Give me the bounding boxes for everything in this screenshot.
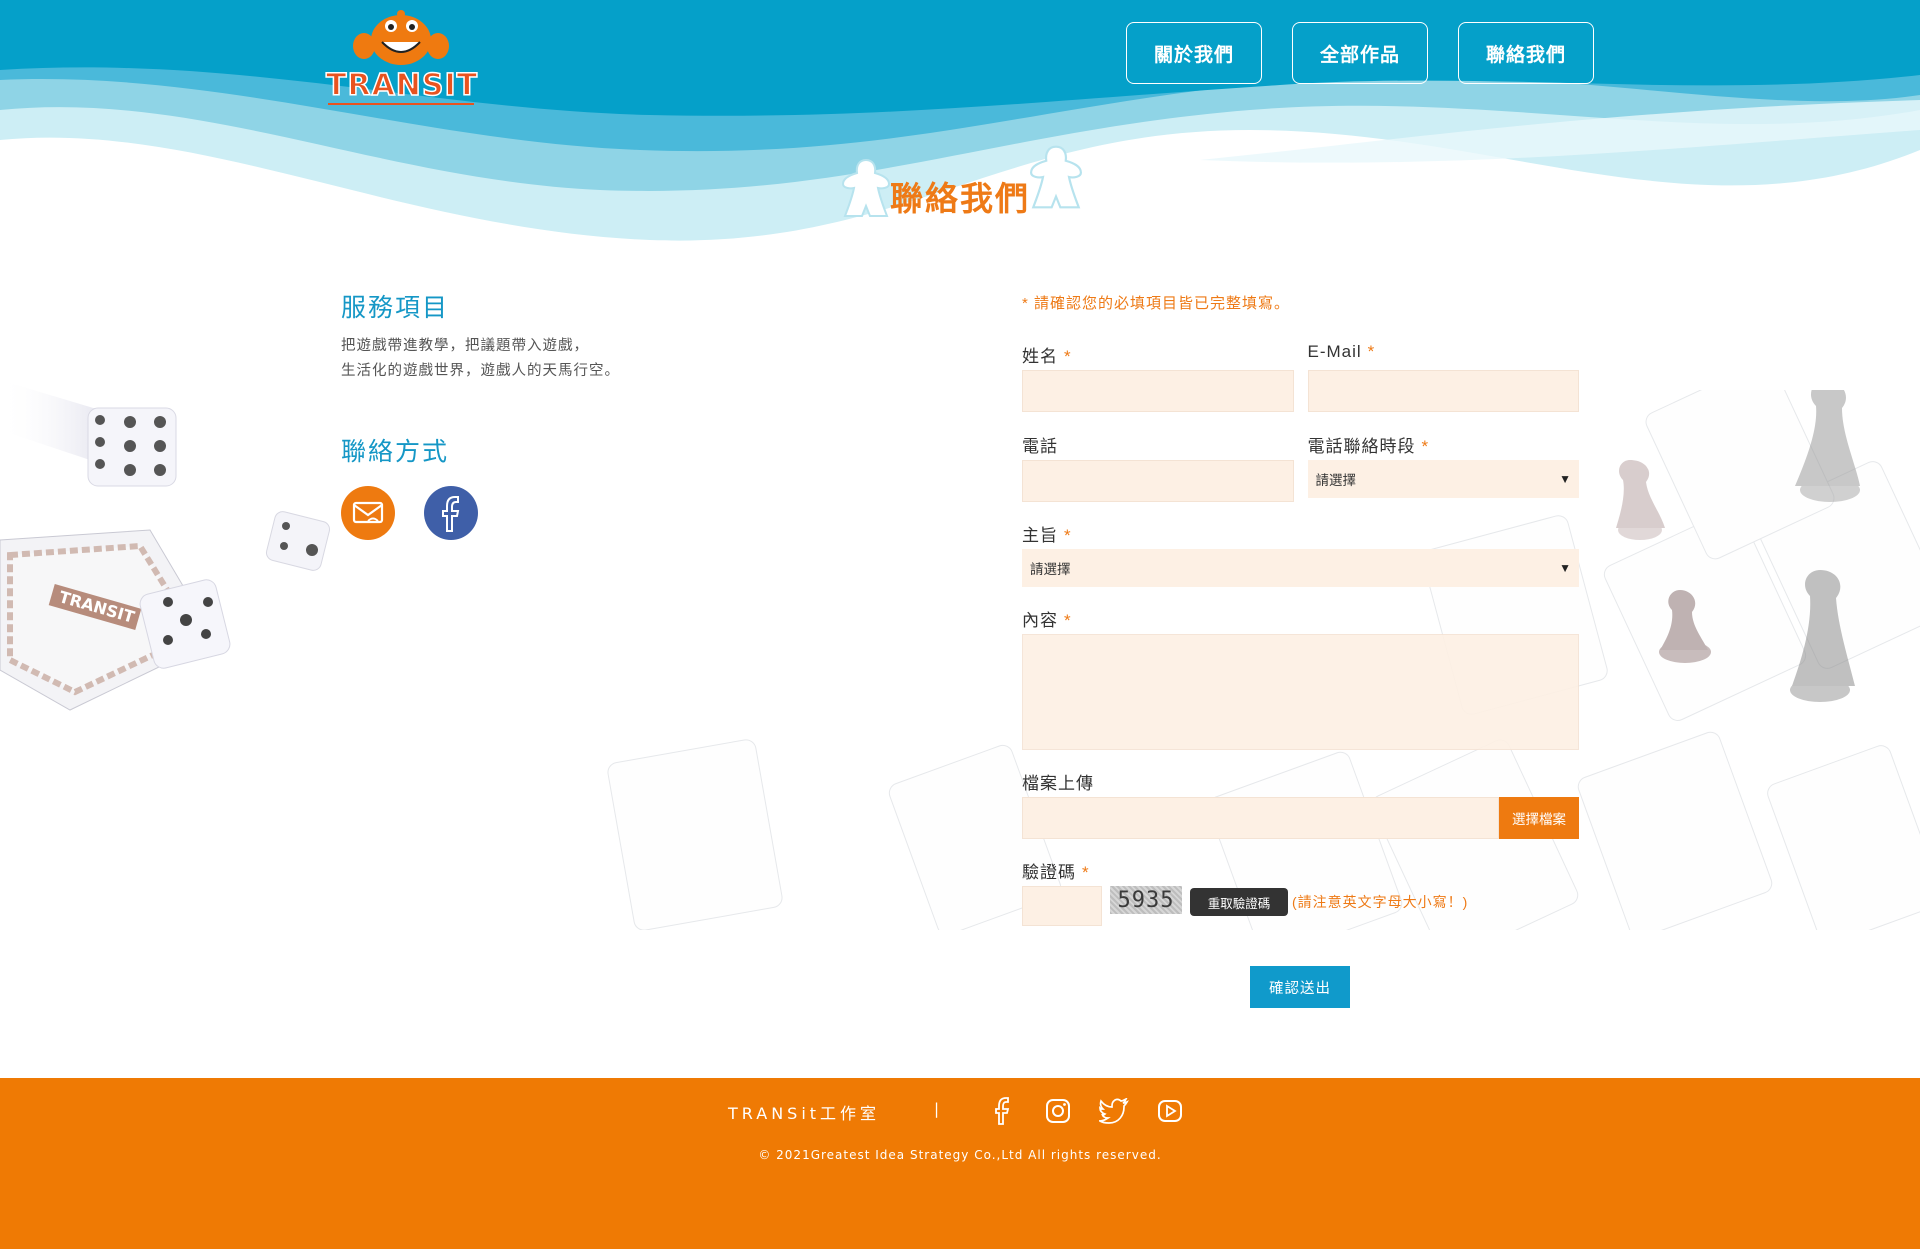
nav-works-button[interactable]: 全部作品 (1292, 22, 1428, 84)
required-notice: * 請確認您的必填項目皆已完整填寫。 (1022, 295, 1291, 312)
captcha-note: (請注意英文字母大小寫！) (1292, 894, 1469, 910)
footer-separator: | (934, 1100, 940, 1118)
name-input[interactable] (1022, 370, 1294, 412)
captcha-label: 驗證碼 * (1022, 863, 1090, 882)
services-text: 把遊戲帶進教學，把議題帶入遊戲， 生活化的遊戲世界，遊戲人的天馬行空。 (341, 334, 801, 384)
facebook-icon (442, 496, 460, 532)
upload-label: 檔案上傳 (1022, 774, 1094, 793)
main-nav: 關於我們 全部作品 聯絡我們 (1126, 22, 1594, 84)
footer-copyright: © 2021Greatest Idea Strategy Co.,Ltd All… (758, 1148, 1162, 1162)
mail-icon (352, 501, 384, 524)
instagram-icon (1046, 1099, 1070, 1123)
chevron-down-icon: ▼ (1559, 561, 1571, 575)
contact-form: * 請確認您的必填項目皆已完整填寫。 姓名 * E-Mail * 電話 電話聯絡時段… (1022, 292, 1579, 1008)
upload-group: 檔案上傳 選擇檔案 (1022, 769, 1579, 839)
refresh-captcha-button[interactable]: 重取驗證碼 (1190, 888, 1288, 916)
phone-input[interactable] (1022, 460, 1294, 502)
upload-filename-input[interactable] (1022, 797, 1499, 839)
dice-board-illustration: TRANSIT (0, 380, 331, 711)
footer-brand: TRANSit工作室 (728, 1104, 881, 1123)
services-title: 服務項目 (341, 293, 450, 322)
facebook-contact-button[interactable] (424, 486, 478, 540)
services-line-1: 把遊戲帶進教學，把議題帶入遊戲， (341, 338, 589, 354)
period-label: 電話聯絡時段 * (1307, 437, 1430, 456)
period-select-value: 請選擇 (1315, 473, 1357, 488)
phone-period-row: 電話 電話聯絡時段 * 請選擇 ▼ (1022, 432, 1579, 502)
upload-field: 選擇檔案 (1022, 797, 1579, 839)
period-select[interactable]: 請選擇 ▼ (1307, 460, 1579, 498)
footer-instagram-link[interactable] (1041, 1094, 1075, 1128)
subject-group: 主旨 * 請選擇 ▼ (1022, 521, 1579, 587)
twitter-icon (1099, 1098, 1129, 1124)
content-textarea[interactable] (1022, 634, 1579, 750)
phone-label: 電話 (1022, 437, 1058, 456)
chevron-down-icon: ▼ (1559, 472, 1571, 486)
content-label: 內容 * (1022, 611, 1072, 630)
submit-button[interactable]: 確認送出 (1250, 966, 1350, 1008)
nav-contact-button[interactable]: 聯絡我們 (1458, 22, 1594, 84)
content-group: 內容 * (1022, 606, 1579, 750)
subject-label: 主旨 * (1022, 526, 1072, 545)
choose-file-button[interactable]: 選擇檔案 (1499, 797, 1579, 839)
name-label: 姓名 * (1022, 347, 1072, 366)
logo-mascot-icon (353, 10, 449, 65)
contact-title: 聯絡方式 (341, 437, 450, 466)
subject-select[interactable]: 請選擇 ▼ (1022, 549, 1579, 587)
footer-youtube-link[interactable] (1153, 1094, 1187, 1128)
nav-about-button[interactable]: 關於我們 (1126, 22, 1262, 84)
name-email-row: 姓名 * E-Mail * (1022, 342, 1579, 412)
email-contact-button[interactable] (341, 486, 395, 540)
logo-underline (328, 103, 474, 105)
info-column: 服務項目 把遊戲帶進教學，把議題帶入遊戲， 生活化的遊戲世界，遊戲人的天馬行空。… (341, 288, 801, 540)
captcha-image: 5935 (1110, 886, 1182, 914)
services-line-2: 生活化的遊戲世界，遊戲人的天馬行空。 (341, 363, 620, 379)
footer-social-links (985, 1094, 1187, 1128)
logo-text: TRANSIT (325, 67, 479, 104)
footer-twitter-link[interactable] (1097, 1094, 1131, 1128)
email-label: E-Mail * (1307, 342, 1376, 361)
facebook-icon (995, 1097, 1010, 1125)
page-title: 聯絡我們 (890, 179, 1030, 218)
subject-select-value: 請選擇 (1030, 562, 1071, 577)
youtube-icon (1158, 1100, 1182, 1122)
captcha-input[interactable] (1022, 886, 1102, 926)
captcha-row: 5935 重取驗證碼 (請注意英文字母大小寫！) (1022, 886, 1579, 928)
footer-facebook-link[interactable] (985, 1094, 1019, 1128)
captcha-group: 驗證碼 * 5935 重取驗證碼 (請注意英文字母大小寫！) (1022, 858, 1579, 928)
contact-icons (341, 486, 801, 540)
transit-logo[interactable]: TRANSIT (325, 6, 479, 106)
email-input[interactable] (1307, 370, 1579, 412)
site-footer: TRANSit工作室 | © 2021Greatest Idea Strateg… (0, 1078, 1920, 1249)
